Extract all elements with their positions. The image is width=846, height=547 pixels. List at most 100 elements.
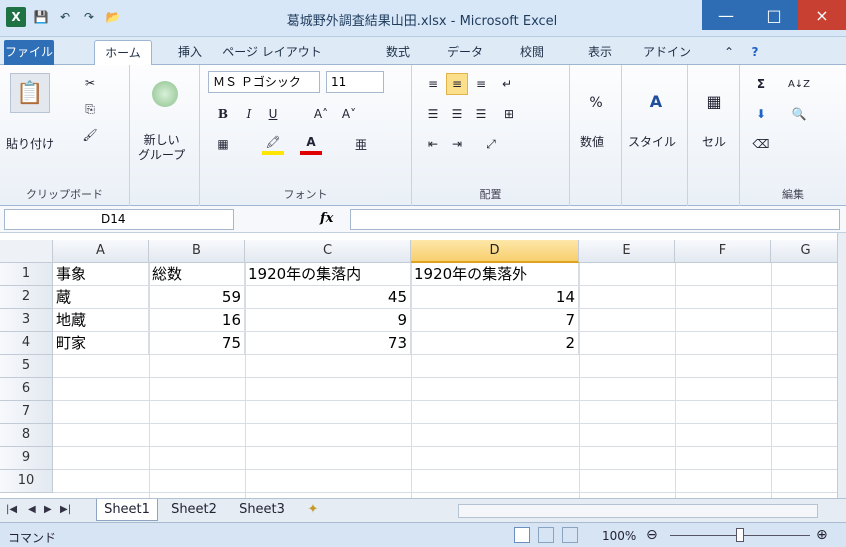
grow-font-button[interactable]: A˄ — [308, 103, 334, 125]
next-sheet-icon[interactable]: ▶ — [44, 504, 52, 515]
format-painter-icon[interactable]: 🖌 — [80, 125, 100, 145]
column-header-g[interactable]: G — [771, 240, 840, 263]
number-button[interactable]: 数値 — [580, 133, 604, 150]
open-icon[interactable]: 📂 — [104, 8, 122, 26]
font-size-select[interactable]: 11 — [326, 71, 384, 93]
formula-input[interactable] — [350, 209, 840, 230]
cut-icon[interactable]: ✂ — [80, 73, 100, 93]
first-sheet-icon[interactable]: |◀ — [6, 504, 17, 515]
row-header[interactable]: 2 — [0, 286, 53, 309]
sheet-tab-sheet3[interactable]: Sheet3 — [230, 499, 294, 521]
styles-button[interactable]: スタイル — [628, 133, 676, 150]
status-mode: コマンド — [8, 531, 57, 545]
redo-icon[interactable]: ↷ — [80, 8, 98, 26]
row-header[interactable]: 5 — [0, 355, 53, 378]
decrease-indent-icon[interactable]: ⇤ — [422, 133, 444, 155]
bold-button[interactable]: B — [212, 103, 234, 125]
column-header-c[interactable]: C — [245, 240, 411, 263]
help-icon[interactable]: ? — [744, 40, 766, 65]
find-select-icon[interactable]: 🔍 — [784, 103, 814, 125]
last-sheet-icon[interactable]: ▶| — [60, 504, 71, 515]
font-name-select[interactable]: ＭＳ Ｐゴシック — [208, 71, 320, 93]
excel-logo-icon[interactable]: X — [6, 7, 26, 27]
formula-bar: D14 fx — [0, 206, 846, 233]
tab-page-layout[interactable]: ページ レイアウト — [216, 40, 328, 65]
align-bottom-icon[interactable]: ≡ — [470, 73, 492, 95]
undo-icon[interactable]: ↶ — [56, 8, 74, 26]
column-header-f[interactable]: F — [675, 240, 771, 263]
merge-center-icon[interactable]: ⊞ — [496, 103, 522, 125]
autosum-icon[interactable]: Σ — [750, 73, 772, 95]
align-middle-icon[interactable]: ≡ — [446, 73, 468, 95]
page-break-view-icon[interactable] — [562, 527, 578, 543]
number-format-icon[interactable]: % — [582, 89, 610, 117]
name-box[interactable]: D14 — [4, 209, 234, 230]
tab-home[interactable]: ホーム — [94, 40, 152, 66]
font-color-icon[interactable]: A — [300, 133, 322, 155]
new-group-icon[interactable] — [152, 81, 178, 107]
column-header-e[interactable]: E — [579, 240, 675, 263]
italic-button[interactable]: I — [238, 103, 260, 125]
align-right-icon[interactable]: ☰ — [470, 103, 492, 125]
prev-sheet-icon[interactable]: ◀ — [28, 504, 36, 515]
page-layout-view-icon[interactable] — [538, 527, 554, 543]
worksheet-grid[interactable]: A B C D E F G 1 2 3 4 5 6 7 8 9 10 事象 総数… — [0, 240, 840, 498]
insert-sheet-icon[interactable]: ✦ — [298, 499, 328, 521]
new-group-button[interactable]: 新しい グループ — [138, 133, 185, 163]
column-header-a[interactable]: A — [53, 240, 149, 263]
column-header-b[interactable]: B — [149, 240, 245, 263]
close-button[interactable]: × — [798, 0, 846, 30]
horizontal-scrollbar[interactable] — [458, 504, 818, 518]
row-header[interactable]: 10 — [0, 470, 53, 493]
select-all-corner[interactable] — [0, 240, 53, 263]
tab-file[interactable]: ファイル — [4, 40, 54, 65]
styles-icon[interactable]: A — [642, 87, 670, 115]
shrink-font-button[interactable]: A˅ — [336, 103, 362, 125]
tab-data[interactable]: データ — [440, 40, 490, 65]
normal-view-icon[interactable] — [514, 527, 530, 543]
orientation-icon[interactable]: ⤢ — [478, 133, 504, 155]
sheet-tab-sheet1[interactable]: Sheet1 — [96, 499, 158, 521]
sheet-tab-sheet2[interactable]: Sheet2 — [162, 499, 226, 521]
clear-icon[interactable]: ⌫ — [750, 133, 772, 155]
insert-function-icon[interactable]: fx — [320, 211, 333, 226]
align-top-icon[interactable]: ≡ — [422, 73, 444, 95]
maximize-button[interactable]: □ — [750, 0, 798, 30]
tab-addins[interactable]: アドイン — [640, 40, 694, 65]
save-icon[interactable]: 💾 — [32, 8, 50, 26]
ribbon-collapse-icon[interactable]: ⌃ — [718, 40, 740, 65]
zoom-level[interactable]: 100% — [602, 529, 636, 543]
underline-button[interactable]: U — [262, 103, 284, 125]
increase-indent-icon[interactable]: ⇥ — [446, 133, 468, 155]
tab-review[interactable]: 校閲 — [512, 40, 552, 65]
row-header[interactable]: 8 — [0, 424, 53, 447]
wrap-text-icon[interactable]: ↵ — [496, 73, 518, 95]
row-header[interactable]: 6 — [0, 378, 53, 401]
zoom-slider-thumb[interactable] — [736, 528, 744, 542]
tab-insert[interactable]: 挿入 — [170, 40, 210, 65]
fill-icon[interactable]: ⬇ — [750, 103, 772, 125]
phonetic-guide-icon[interactable]: 亜 — [350, 133, 372, 155]
row-header[interactable]: 1 — [0, 263, 53, 286]
row-header[interactable]: 3 — [0, 309, 53, 332]
tab-view[interactable]: 表示 — [580, 40, 620, 65]
borders-icon[interactable]: ▦ — [212, 133, 234, 155]
copy-icon[interactable]: ⎘ — [80, 99, 100, 119]
row-header[interactable]: 9 — [0, 447, 53, 470]
cells-button[interactable]: セル — [702, 133, 726, 150]
sort-filter-icon[interactable]: A↓Z — [784, 73, 814, 95]
align-center-icon[interactable]: ☰ — [446, 103, 468, 125]
cells-icon[interactable]: ▦ — [700, 87, 728, 115]
align-left-icon[interactable]: ☰ — [422, 103, 444, 125]
paste-button[interactable]: 貼り付け — [6, 135, 54, 152]
zoom-in-icon[interactable]: ⊕ — [816, 527, 828, 543]
paste-icon[interactable]: 📋 — [10, 73, 50, 113]
column-header-d[interactable]: D — [411, 240, 579, 263]
row-header[interactable]: 7 — [0, 401, 53, 424]
minimize-button[interactable]: — — [702, 0, 750, 30]
tab-formulas[interactable]: 数式 — [378, 40, 418, 65]
fill-color-icon[interactable]: 🖍 — [262, 133, 284, 155]
row-header[interactable]: 4 — [0, 332, 53, 355]
zoom-out-icon[interactable]: ⊖ — [646, 527, 658, 543]
vertical-scrollbar[interactable] — [837, 233, 846, 498]
